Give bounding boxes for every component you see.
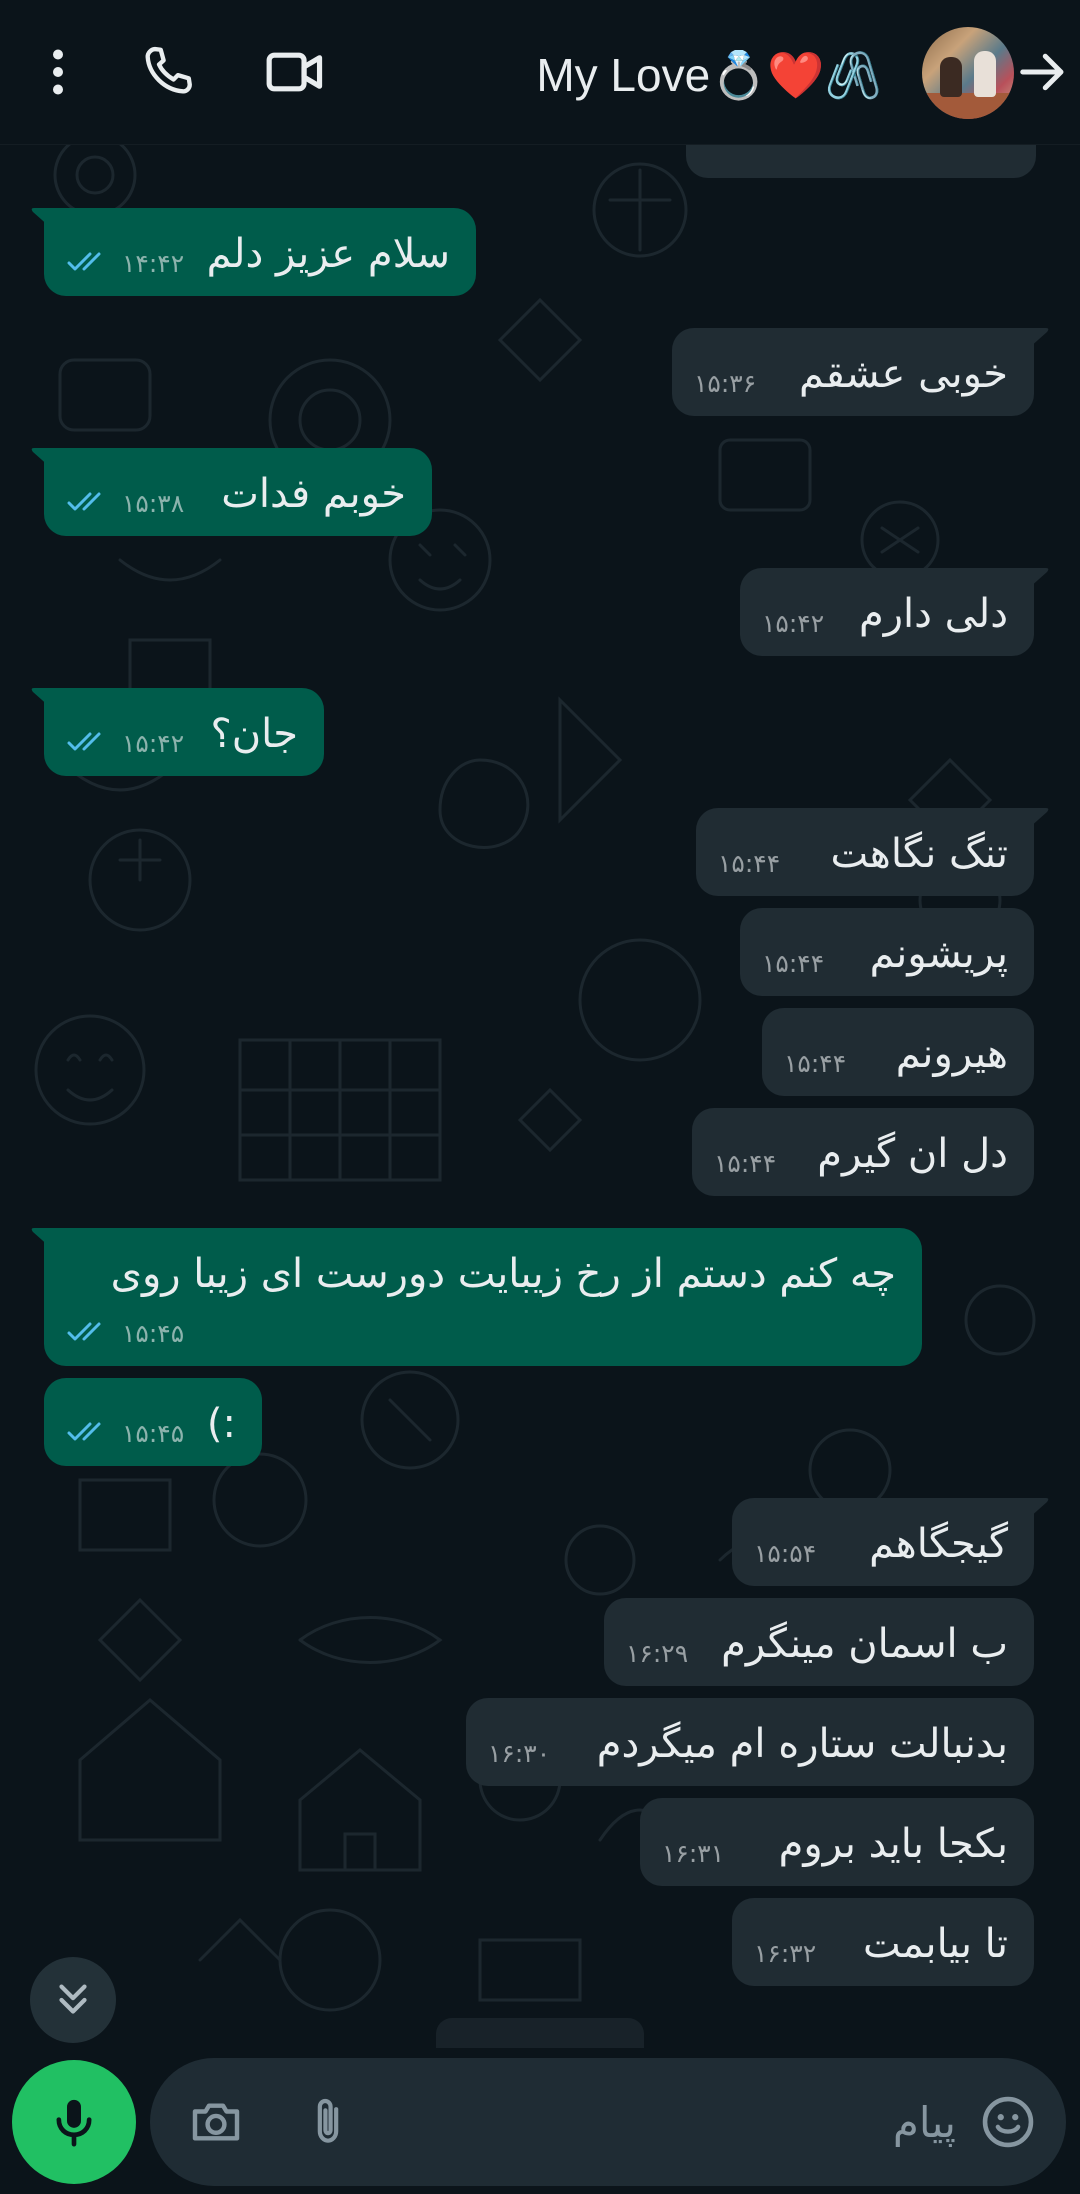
incoming-message[interactable]: تا بیابمت ۱۶:۳۲ xyxy=(732,1898,1034,1986)
message-text: خوبم فدات xyxy=(221,471,406,517)
message-text: خوبی عشقم xyxy=(799,351,1008,397)
message-text: دلی دارم xyxy=(858,591,1008,637)
voice-message-button[interactable] xyxy=(12,2060,136,2184)
outgoing-message[interactable]: خوبم فدات ۱۵:۳۸ xyxy=(31,448,432,536)
camera-button[interactable] xyxy=(180,2086,252,2158)
message-text: سلام عزیز دلم xyxy=(206,231,450,277)
double-chevron-down-icon xyxy=(59,1984,87,2014)
message-text: :) xyxy=(206,1401,236,1447)
message-text: هیرونم xyxy=(895,1031,1008,1077)
message-text: دل ان گیرم xyxy=(817,1131,1008,1177)
incoming-message[interactable]: پریشونم ۱۵:۴۴ xyxy=(740,908,1034,996)
message-time: ۱۶:۳۱ xyxy=(662,1839,725,1868)
message-time: ۱۵:۳۶ xyxy=(694,369,757,398)
message-time: ۱۵:۳۸ xyxy=(122,489,185,518)
message-text: بدنبالت ستاره ام میگردم xyxy=(596,1721,1008,1767)
message-time: ۱۴:۴۲ xyxy=(122,249,185,278)
read-receipt-icon xyxy=(67,1322,101,1341)
incoming-message[interactable]: تنگ نگاهت ۱۵:۴۴ xyxy=(696,808,1049,896)
message-time: ۱۵:۴۴ xyxy=(714,1149,777,1178)
outgoing-message[interactable]: سلام عزیز دلم ۱۴:۴۲ xyxy=(31,208,476,296)
contact-name[interactable]: My Love💍❤️🖇️ xyxy=(536,40,882,110)
attach-button[interactable] xyxy=(292,2086,364,2158)
incoming-message[interactable]: دلی دارم ۱۵:۴۲ xyxy=(740,568,1049,656)
back-arrow-icon xyxy=(1020,53,1064,91)
bubble-tail xyxy=(31,448,60,476)
message-time: ۱۵:۴۵ xyxy=(122,1419,185,1448)
composer-bar xyxy=(0,2050,1080,2194)
read-receipt-icon xyxy=(67,492,101,511)
read-receipt-icon xyxy=(67,1422,101,1441)
video-call-button[interactable] xyxy=(255,32,335,112)
message-text: تنگ نگاهت xyxy=(830,831,1009,877)
outgoing-message[interactable]: چه کنم دستم از رخ زیبایت دورست ای زیبا ر… xyxy=(31,1228,922,1366)
read-receipt-icon xyxy=(67,252,101,271)
emoji-button[interactable] xyxy=(972,2086,1044,2158)
bubble-tail xyxy=(31,208,60,236)
chat-header: My Love💍❤️🖇️ xyxy=(0,0,1080,145)
bubble-tail xyxy=(1020,328,1049,356)
camera-icon xyxy=(192,2103,240,2141)
message-time: ۱۶:۲۹ xyxy=(626,1639,689,1668)
bubble-tail xyxy=(31,688,60,716)
voice-call-button[interactable] xyxy=(128,32,208,112)
message-text: چه کنم دستم از رخ زیبایت دورست ای زیبا ر… xyxy=(110,1251,896,1297)
date-chip-partial xyxy=(436,2018,644,2048)
message-time: ۱۶:۳۰ xyxy=(488,1739,551,1768)
message-input[interactable] xyxy=(396,2082,956,2162)
bubble-tail xyxy=(31,1228,60,1256)
back-button[interactable] xyxy=(1008,32,1078,112)
message-time: ۱۵:۴۴ xyxy=(718,849,781,878)
bubble-tail xyxy=(1020,808,1049,836)
message-time: ۱۵:۴۲ xyxy=(762,609,825,638)
more-options-button[interactable] xyxy=(18,32,98,112)
incoming-message[interactable]: خوبی عشقم ۱۵:۳۶ xyxy=(672,328,1049,416)
message-composer xyxy=(150,2058,1066,2186)
message-time: ۱۵:۵۴ xyxy=(754,1539,817,1568)
message-text: پریشونم xyxy=(869,931,1008,977)
read-receipt-icon xyxy=(67,732,101,751)
incoming-message[interactable]: بدنبالت ستاره ام میگردم ۱۶:۳۰ xyxy=(466,1698,1034,1786)
incoming-message[interactable]: ب اسمان مینگرم ۱۶:۲۹ xyxy=(604,1598,1034,1686)
microphone-icon xyxy=(56,2099,92,2147)
message-time: ۱۵:۴۴ xyxy=(762,949,825,978)
message-text: تا بیابمت xyxy=(863,1921,1008,1967)
bubble-tail xyxy=(1020,568,1049,596)
video-camera-icon xyxy=(266,52,323,92)
message-time: ۱۵:۴۵ xyxy=(122,1319,185,1348)
message-text: ب اسمان مینگرم xyxy=(721,1621,1008,1667)
message-text: گیجگاهم xyxy=(869,1521,1008,1567)
message-time: ۱۵:۴۴ xyxy=(784,1049,847,1078)
message-time: ۱۶:۳۲ xyxy=(754,1939,817,1968)
phone-icon xyxy=(145,46,192,94)
message-text: بکجا باید بروم xyxy=(778,1821,1008,1867)
emoji-icon xyxy=(982,2096,1034,2148)
contact-avatar[interactable] xyxy=(922,27,1014,119)
scroll-to-bottom-button[interactable] xyxy=(30,1957,116,2043)
incoming-message[interactable]: بکجا باید بروم ۱۶:۳۱ xyxy=(640,1798,1034,1886)
outgoing-message[interactable]: :) ۱۵:۴۵ xyxy=(44,1378,262,1466)
message-time: ۱۵:۴۲ xyxy=(122,729,185,758)
message-text: جان؟ xyxy=(210,711,298,757)
incoming-message[interactable]: دل ان گیرم ۱۵:۴۴ xyxy=(692,1108,1034,1196)
bubble-tail xyxy=(1020,1498,1049,1526)
incoming-message[interactable]: گیجگاهم ۱۵:۵۴ xyxy=(732,1498,1049,1586)
incoming-message[interactable]: هیرونم ۱۵:۴۴ xyxy=(762,1008,1034,1096)
more-vert-icon xyxy=(53,49,63,95)
paperclip-icon xyxy=(317,2098,339,2143)
outgoing-message[interactable]: جان؟ ۱۵:۴۲ xyxy=(31,688,324,776)
